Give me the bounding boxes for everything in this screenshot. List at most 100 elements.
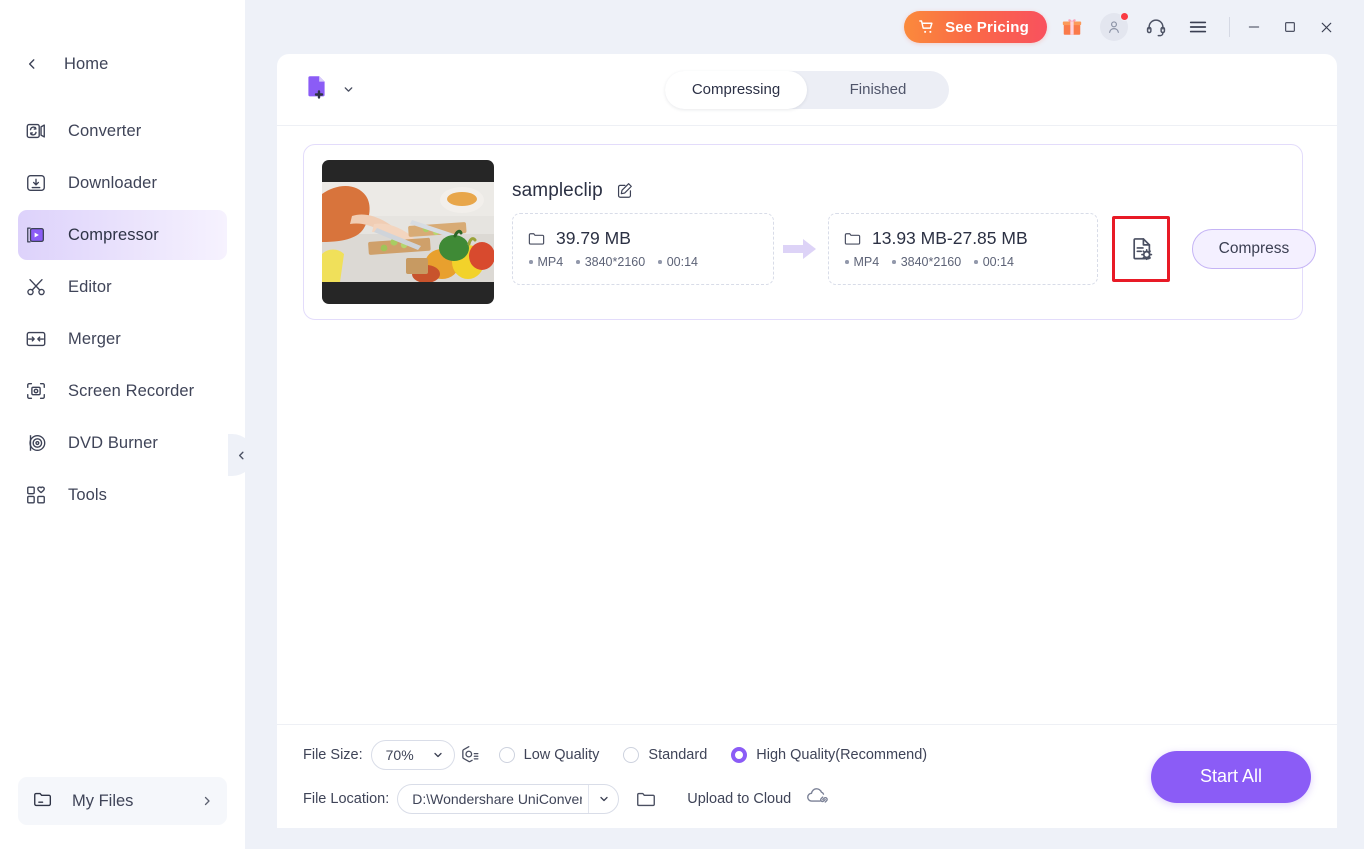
editor-icon xyxy=(24,275,48,299)
panel-header: Compressing Finished xyxy=(277,54,1337,126)
see-pricing-button[interactable]: See Pricing xyxy=(904,11,1047,43)
my-files-button[interactable]: My Files xyxy=(18,777,227,825)
file-size-select[interactable]: 70% xyxy=(371,740,455,770)
back-chevron-icon[interactable] xyxy=(24,56,40,72)
cart-icon xyxy=(918,18,936,36)
file-size-label: File Size: xyxy=(303,747,363,763)
thumbnail-image xyxy=(322,182,494,282)
gift-icon[interactable] xyxy=(1055,10,1089,44)
quality-option-low[interactable]: Low Quality xyxy=(499,747,600,763)
maximize-icon[interactable] xyxy=(1272,10,1308,44)
edit-pencil-icon[interactable] xyxy=(615,181,634,200)
target-info-box: 13.93 MB-27.85 MB MP4 3840*2160 00:14 xyxy=(828,213,1098,285)
sidebar-item-label: Compressor xyxy=(68,226,159,245)
quality-option-label: High Quality(Recommend) xyxy=(756,747,927,763)
source-size-row: 39.79 MB xyxy=(527,228,755,249)
file-title-row: sampleclip xyxy=(512,180,1316,202)
chevron-right-icon xyxy=(201,795,213,807)
tab-compressing[interactable]: Compressing xyxy=(665,71,807,109)
target-meta: MP4 3840*2160 00:14 xyxy=(843,255,1079,269)
compress-button[interactable]: Compress xyxy=(1192,229,1316,269)
home-nav[interactable]: Home xyxy=(0,44,245,84)
sidebar-item-dvd-burner[interactable]: DVD Burner xyxy=(18,418,227,468)
sidebar-item-label: Merger xyxy=(68,330,121,349)
sidebar-item-tools[interactable]: Tools xyxy=(18,470,227,520)
sidebar-item-editor[interactable]: Editor xyxy=(18,262,227,312)
converter-icon xyxy=(24,119,48,143)
close-icon[interactable] xyxy=(1308,10,1344,44)
source-duration: 00:14 xyxy=(658,255,698,269)
quality-option-label: Low Quality xyxy=(524,747,600,763)
content-panel: Compressing Finished xyxy=(277,54,1337,828)
sidebar-item-downloader[interactable]: Downloader xyxy=(18,158,227,208)
file-size-row: File Size: 70% xyxy=(303,740,951,770)
quality-radio-group: Low Quality Standard High Quality(Recomm… xyxy=(499,747,951,763)
sidebar-item-label: Converter xyxy=(68,122,141,141)
file-location-row: File Location: D:\Wondershare UniConvert… xyxy=(303,784,951,814)
merger-icon xyxy=(24,327,48,351)
target-resolution: 3840*2160 xyxy=(892,255,961,269)
main-area: See Pricing xyxy=(245,0,1364,849)
start-all-button[interactable]: Start All xyxy=(1151,751,1311,803)
footer-controls: File Size: 70% xyxy=(303,740,951,814)
file-name: sampleclip xyxy=(512,180,603,202)
add-file-icon xyxy=(303,72,333,107)
my-files-section: My Files xyxy=(0,777,245,849)
sidebar: Home Converter Downloader Compressor xyxy=(0,0,245,849)
chevron-down-icon[interactable] xyxy=(342,83,355,96)
tab-label: Compressing xyxy=(692,81,780,98)
target-size: 13.93 MB-27.85 MB xyxy=(872,228,1028,249)
folder-open-icon[interactable] xyxy=(631,784,661,814)
sidebar-item-merger[interactable]: Merger xyxy=(18,314,227,364)
source-info-box: 39.79 MB MP4 3840*2160 00:14 xyxy=(512,213,774,285)
tools-icon xyxy=(24,483,48,507)
cloud-link-icon xyxy=(805,785,829,812)
minimize-icon[interactable] xyxy=(1236,10,1272,44)
upload-to-cloud-label: Upload to Cloud xyxy=(687,791,791,807)
file-location-select[interactable]: D:\Wondershare UniConverter 1 xyxy=(397,784,619,814)
file-item-card: sampleclip 39.79 MB xyxy=(303,144,1303,320)
hamburger-menu-icon[interactable] xyxy=(1181,10,1215,44)
folder-icon xyxy=(843,229,862,248)
add-file-button[interactable] xyxy=(303,72,355,107)
source-size: 39.79 MB xyxy=(556,228,631,249)
sidebar-item-label: Tools xyxy=(68,486,107,505)
tab-label: Finished xyxy=(850,81,907,98)
compress-label: Compress xyxy=(1219,240,1290,258)
headset-icon[interactable] xyxy=(1139,10,1173,44)
app-window: Home Converter Downloader Compressor xyxy=(0,0,1364,849)
target-duration: 00:14 xyxy=(974,255,1014,269)
downloader-icon xyxy=(24,171,48,195)
quality-option-high[interactable]: High Quality(Recommend) xyxy=(731,747,927,763)
sidebar-item-screen-recorder[interactable]: Screen Recorder xyxy=(18,366,227,416)
avatar xyxy=(1100,13,1128,41)
video-thumbnail[interactable] xyxy=(322,160,494,304)
my-files-label: My Files xyxy=(72,792,183,811)
quality-option-standard[interactable]: Standard xyxy=(623,747,707,763)
account-icon[interactable] xyxy=(1097,10,1131,44)
document-settings-icon[interactable] xyxy=(1112,216,1170,282)
sidebar-item-label: Editor xyxy=(68,278,112,297)
file-size-value: 70% xyxy=(386,747,414,763)
sidebar-item-label: DVD Burner xyxy=(68,434,158,453)
sidebar-item-converter[interactable]: Converter xyxy=(18,106,227,156)
titlebar-divider xyxy=(1229,17,1230,37)
see-pricing-label: See Pricing xyxy=(945,19,1029,36)
chevron-down-icon xyxy=(588,785,610,813)
tab-finished[interactable]: Finished xyxy=(807,71,949,109)
target-size-row: 13.93 MB-27.85 MB xyxy=(843,228,1079,249)
upload-to-cloud-button[interactable]: Upload to Cloud xyxy=(687,785,829,812)
source-meta: MP4 3840*2160 00:14 xyxy=(527,255,755,269)
conversion-arrow-icon xyxy=(774,236,828,262)
start-all-label: Start All xyxy=(1200,766,1262,787)
sidebar-item-label: Downloader xyxy=(68,174,157,193)
chevron-down-icon xyxy=(432,749,444,761)
radio-button xyxy=(623,747,639,763)
sidebar-item-compressor[interactable]: Compressor xyxy=(18,210,227,260)
my-files-folder-icon xyxy=(32,788,54,815)
quality-settings-icon[interactable] xyxy=(455,740,485,770)
file-location-label: File Location: xyxy=(303,791,389,807)
screen-recorder-icon xyxy=(24,379,48,403)
radio-button xyxy=(499,747,515,763)
notification-badge xyxy=(1120,12,1129,21)
